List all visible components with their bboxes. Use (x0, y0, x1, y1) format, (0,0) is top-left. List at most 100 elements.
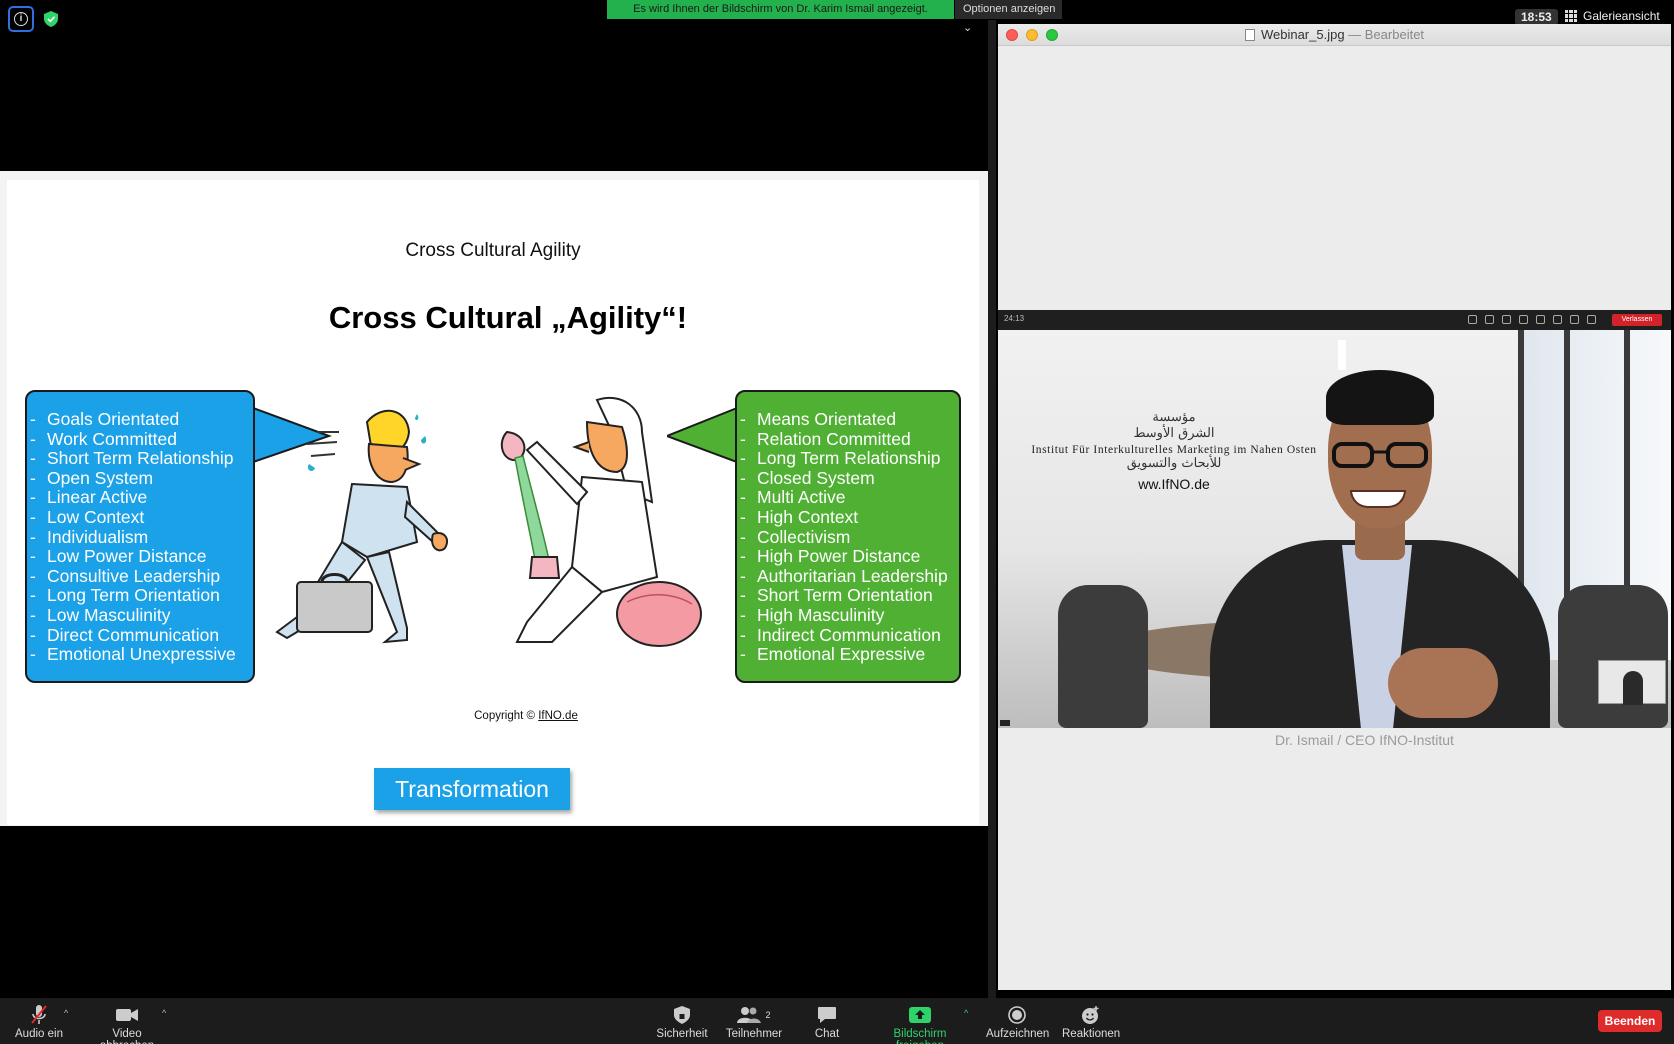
grid-icon (1565, 10, 1577, 22)
trait-item: Authoritarian Leadership (737, 566, 959, 587)
meeting-clock: 18:53 (1515, 9, 1558, 25)
chat-icon (1485, 315, 1494, 324)
speaker-video: مؤسسة الشرق الأوسط Institut Für Interkul… (998, 330, 1671, 728)
slide-title: Cross Cultural „Agility“! (328, 300, 688, 335)
view-options-label: Optionen anzeigen (963, 3, 1056, 15)
trait-item: High Power Distance (737, 547, 959, 567)
presentation-slide: Cross Cultural Agility Cross Cultural „A… (7, 180, 979, 825)
trait-item: Goals Orientated (27, 409, 253, 430)
meeting-status-area: i (8, 6, 58, 32)
trait-item: Work Committed (27, 429, 253, 450)
chat-bubble-icon (818, 1007, 836, 1023)
security-label: Sicherheit (656, 1028, 708, 1040)
preview-window-title: Webinar_5.jpg — Bearbeitet (998, 27, 1671, 42)
trait-item: Long Term Orientation (27, 586, 253, 606)
western-businessman-illustration (275, 409, 449, 644)
trait-item: High Masculinity (737, 605, 959, 626)
preview-titlebar: Webinar_5.jpg — Bearbeitet (998, 24, 1671, 46)
trait-item: Individualism (27, 527, 253, 548)
speaker-hand (1388, 648, 1498, 718)
view-options-button[interactable]: Optionen anzeigen ⌄ (955, 0, 1062, 34)
preview-file-name: Webinar_5.jpg (1260, 27, 1345, 42)
audio-button[interactable]: Audio ein (14, 1004, 64, 1040)
share-screen-icon (909, 1007, 931, 1023)
video-corner-handle (1000, 720, 1010, 726)
institute-arabic-line-1: مؤسسة (1152, 410, 1196, 425)
meeting-toolbar: Audio ein ^ Video abbrechen ^ Sicherheit (0, 998, 1674, 1044)
trait-item: Low Power Distance (27, 547, 253, 567)
split-view-divider[interactable] (988, 20, 996, 998)
transformation-button[interactable]: Transformation (374, 768, 570, 810)
speaker-glasses (1332, 442, 1428, 468)
participants-label: Teilnehmer (725, 1028, 783, 1040)
participants-icon (1468, 315, 1477, 324)
embedded-leave-button: Verlassen (1612, 314, 1662, 326)
institute-arabic-line-3: للأبحاث والتسويق (1126, 456, 1222, 471)
zoom-meeting-window: i Es wird Ihnen der Bildschirm von Dr. K… (0, 0, 1674, 1044)
office-chair (1058, 585, 1148, 728)
speaker-hair (1326, 370, 1434, 425)
screen-share-banner: Es wird Ihnen der Bildschirm von Dr. Kar… (607, 0, 954, 19)
trait-item: Long Term Relationship (737, 449, 959, 469)
gallery-view-button[interactable]: Galerieansicht (1565, 9, 1660, 23)
mic-icon (1570, 315, 1579, 324)
shared-screen-area: Cross Cultural Agility Cross Cultural „A… (0, 171, 988, 826)
embedded-zoom-time: 24:13 (1004, 314, 1025, 323)
trait-item: Collectivism (737, 527, 959, 548)
video-camera-icon (116, 1009, 138, 1021)
trait-item: Means Orientated (737, 409, 959, 430)
share-screen-label: Bildschirm freigeben (893, 1028, 947, 1044)
reactions-button[interactable]: Reaktionen (1062, 1004, 1120, 1040)
record-label: Aufzeichnen (986, 1028, 1050, 1040)
copyright-link[interactable]: IfNO.de (538, 710, 578, 722)
audio-options-caret[interactable]: ^ (64, 1008, 68, 1018)
trait-item: Emotional Expressive (737, 645, 959, 665)
arab-traits-list: Means OrientatedRelation CommittedLong T… (737, 409, 959, 665)
preview-window: Webinar_5.jpg — Bearbeitet 24:13 Verlass… (998, 24, 1671, 990)
more-icon (1536, 315, 1545, 324)
reactions-label: Reaktionen (1062, 1028, 1121, 1040)
trait-item: Consultive Leadership (27, 566, 253, 587)
video-options-caret[interactable]: ^ (162, 1008, 166, 1018)
participants-button[interactable]: 2 Teilnehmer (724, 1004, 784, 1040)
chevron-down-icon: ⌄ (963, 22, 973, 34)
trait-item: Closed System (737, 468, 959, 489)
share-screen-button[interactable]: Bildschirm freigeben (868, 1004, 972, 1044)
record-button[interactable]: Aufzeichnen (986, 1004, 1050, 1040)
end-meeting-button[interactable]: Beenden (1598, 1010, 1662, 1032)
meeting-info-icon[interactable]: i (8, 6, 34, 32)
muted-microphone-icon (31, 1005, 47, 1024)
embedded-zoom-toolbar: 24:13 Verlassen (998, 310, 1671, 330)
smiley-icon (1082, 1006, 1099, 1024)
audio-label: Audio ein (15, 1028, 63, 1040)
chat-label: Chat (814, 1028, 840, 1040)
chat-button[interactable]: Chat (812, 1004, 842, 1040)
document-icon (1244, 29, 1255, 41)
record-icon (1008, 1006, 1026, 1024)
western-traits-list: Goals OrientatedWork CommittedShort Term… (27, 409, 253, 665)
video-label: Video abbrechen (100, 1028, 154, 1044)
green-bubble-tail (667, 406, 739, 464)
security-shield-icon (674, 1006, 690, 1024)
slide-copyright: Copyright © IfNO.de (40, 710, 1012, 722)
institute-logo: مؤسسة الشرق الأوسط Institut Für Interkul… (998, 410, 1350, 492)
security-button[interactable]: Sicherheit (654, 1004, 710, 1040)
encryption-shield-icon[interactable] (44, 11, 58, 27)
western-traits-bubble: Goals OrientatedWork CommittedShort Term… (25, 390, 255, 683)
gallery-view-label: Galerieansicht (1583, 9, 1660, 23)
self-view-thumbnail[interactable] (1598, 660, 1666, 705)
trait-item: Direct Communication (27, 625, 253, 646)
arab-traits-bubble: Means OrientatedRelation CommittedLong T… (735, 390, 961, 683)
copyright-prefix: Copyright © (474, 710, 536, 722)
share-options-caret[interactable]: ^ (964, 1008, 968, 1018)
trait-item: Relation Committed (737, 429, 959, 450)
trait-item: Low Context (27, 507, 253, 528)
trait-item: Linear Active (27, 488, 253, 508)
share-icon (1502, 315, 1511, 324)
trait-item: Low Masculinity (27, 605, 253, 626)
trait-item: Multi Active (737, 488, 959, 508)
video-button[interactable]: Video abbrechen (84, 1004, 170, 1044)
trait-item: Indirect Communication (737, 625, 959, 646)
institute-website: ww.IfNO.de (1138, 476, 1210, 492)
participants-count: 2 (765, 1010, 771, 1020)
